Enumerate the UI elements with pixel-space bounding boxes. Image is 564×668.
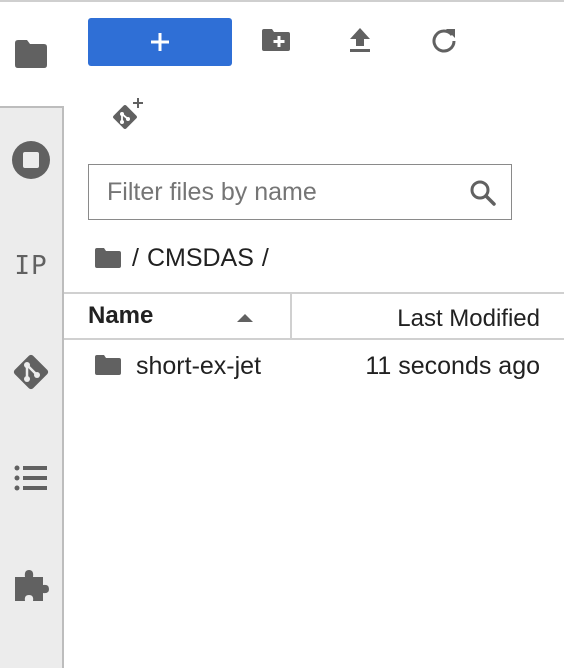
git-clone-icon bbox=[111, 97, 145, 136]
column-header-last-modified[interactable]: Last Modified bbox=[397, 294, 540, 344]
upload-button[interactable] bbox=[342, 24, 378, 60]
new-launcher-button[interactable] bbox=[88, 18, 232, 66]
stop-circle-icon bbox=[11, 140, 51, 180]
sidebar-item-running[interactable] bbox=[0, 138, 62, 182]
item-last-modified: 11 seconds ago bbox=[365, 352, 540, 380]
refresh-icon bbox=[431, 27, 457, 58]
new-folder-icon bbox=[261, 28, 291, 57]
top-border bbox=[0, 0, 564, 2]
breadcrumb-item-cmsdas[interactable]: CMSDAS bbox=[147, 244, 254, 273]
git-icon bbox=[10, 351, 52, 393]
breadcrumb: / CMSDAS / bbox=[94, 240, 277, 276]
ip-icon: IP bbox=[14, 251, 48, 281]
breadcrumb-separator: / bbox=[132, 243, 139, 272]
plus-icon bbox=[151, 33, 169, 51]
new-folder-button[interactable] bbox=[258, 24, 294, 60]
sort-ascending-icon[interactable] bbox=[236, 310, 254, 328]
column-name-label: Name bbox=[88, 302, 154, 329]
breadcrumb-separator: / bbox=[261, 243, 269, 272]
list-icon bbox=[14, 464, 48, 492]
filter-input[interactable] bbox=[107, 165, 457, 219]
sidebar-item-table-of-contents[interactable] bbox=[0, 460, 62, 496]
sidebar-item-extensions[interactable] bbox=[0, 566, 62, 604]
list-item[interactable]: short-ex-jet 11 seconds ago bbox=[64, 342, 564, 392]
folder-icon bbox=[13, 39, 49, 69]
item-name: short-ex-jet bbox=[136, 352, 262, 380]
sidebar-item-file-browser[interactable] bbox=[0, 34, 62, 74]
sidebar-item-git[interactable] bbox=[0, 350, 62, 394]
column-divider[interactable] bbox=[290, 294, 292, 338]
home-folder-icon[interactable] bbox=[94, 247, 122, 269]
search-icon[interactable] bbox=[469, 179, 497, 212]
column-modified-label: Last Modified bbox=[397, 305, 540, 332]
git-clone-button[interactable] bbox=[108, 96, 148, 136]
upload-icon bbox=[348, 27, 372, 58]
column-header-name[interactable]: Name bbox=[88, 294, 288, 338]
refresh-button[interactable] bbox=[426, 24, 462, 60]
puzzle-icon bbox=[13, 567, 49, 603]
folder-icon bbox=[94, 354, 122, 381]
filter-box bbox=[88, 164, 512, 220]
listing-header: Name Last Modified bbox=[64, 292, 564, 340]
sidebar-item-ipython[interactable]: IP bbox=[0, 246, 62, 286]
